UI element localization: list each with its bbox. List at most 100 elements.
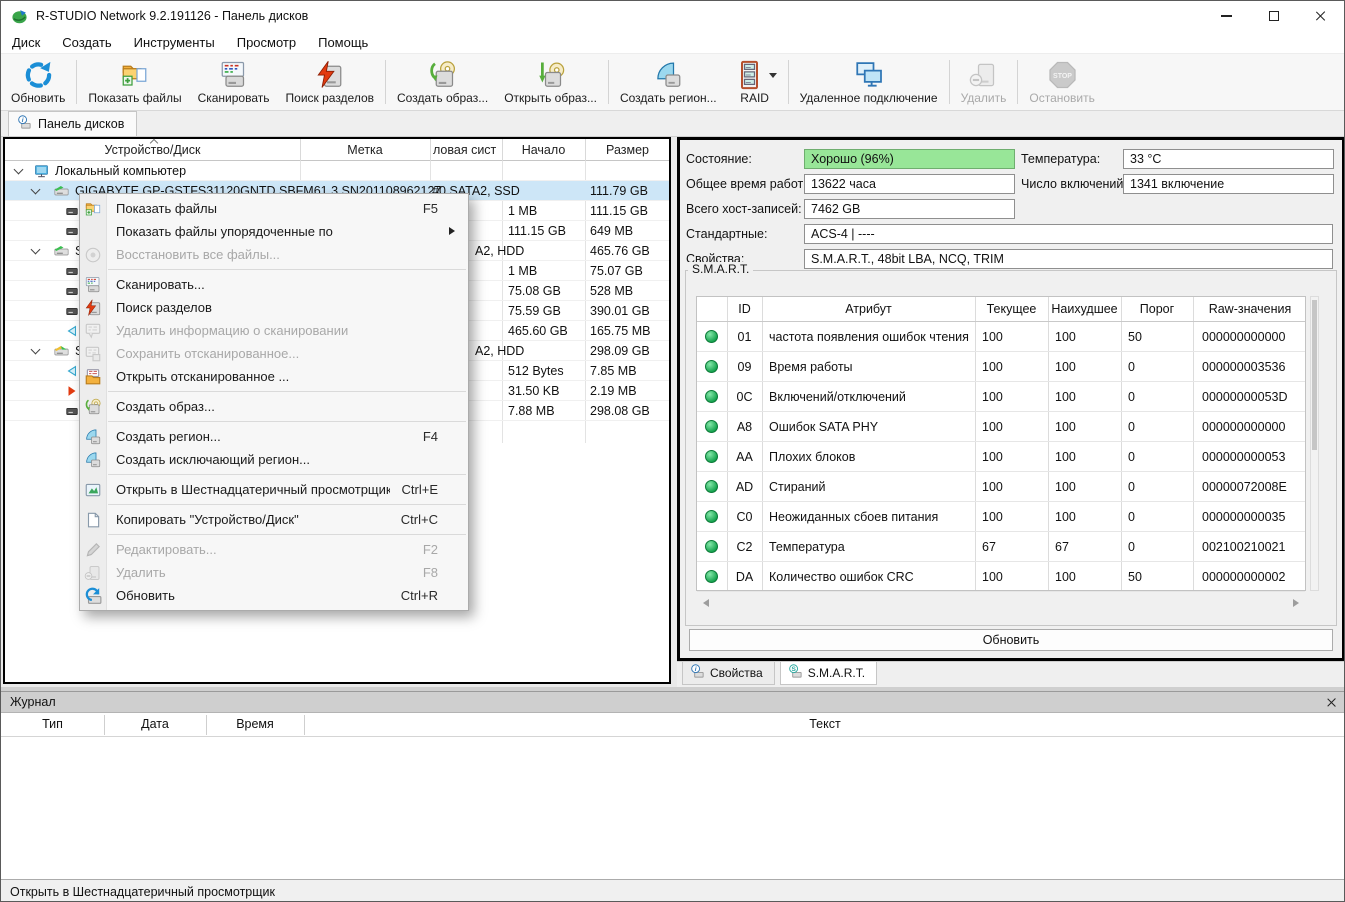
smart-col-1[interactable]: Атрибут bbox=[762, 302, 975, 316]
smart-col-5[interactable]: Raw-значения bbox=[1193, 302, 1307, 316]
tab-свойства[interactable]: i Свойства bbox=[682, 662, 775, 685]
scroll-left-icon[interactable] bbox=[699, 599, 709, 607]
smart-cell: 002100210021 bbox=[1202, 540, 1286, 554]
context-menu-item-5[interactable]: Поиск разделов bbox=[80, 296, 468, 319]
chevron-down-icon[interactable] bbox=[30, 184, 41, 195]
refresh-drive-icon bbox=[84, 586, 103, 605]
chevron-down-icon[interactable] bbox=[30, 244, 41, 255]
context-menu-item-7: Сохранить отсканированное... bbox=[80, 342, 468, 365]
log-close-icon[interactable] bbox=[1326, 697, 1337, 708]
smart-row[interactable]: AD Стираний 100 100 0 00000072008E bbox=[697, 472, 1305, 502]
log-column-2[interactable]: Время bbox=[206, 717, 304, 731]
smart-col-3[interactable]: Наихудшее bbox=[1048, 302, 1121, 316]
smart-vertical-scrollbar[interactable] bbox=[1310, 296, 1319, 591]
smart-row[interactable]: C2 Температура 67 67 0 002100210021 bbox=[697, 532, 1305, 562]
toolbar-button-open-image[interactable]: Открыть образ... bbox=[496, 55, 605, 109]
stop-icon: STOP bbox=[1046, 59, 1079, 90]
menubar-item-0[interactable]: Диск bbox=[1, 32, 51, 53]
app-logo-icon bbox=[11, 8, 28, 25]
toolbar-button-remote-connection[interactable]: Удаленное подключение bbox=[792, 55, 946, 109]
smart-row[interactable]: C0 Неожиданных сбоев питания 100 100 0 000000… bbox=[697, 502, 1305, 532]
raid-icon bbox=[733, 59, 766, 90]
smart-refresh-button[interactable]: Обновить bbox=[689, 629, 1333, 651]
context-menu-item-10[interactable]: Создать образ... bbox=[80, 395, 468, 418]
status-ok-icon bbox=[705, 390, 718, 403]
scrollbar-thumb[interactable] bbox=[1312, 300, 1317, 450]
context-menu-item-21[interactable]: Обновить Ctrl+R bbox=[80, 584, 468, 607]
smart-col-0[interactable]: ID bbox=[727, 302, 762, 316]
status-bar: Открыть в Шестнадцатеричный просмотрщик bbox=[1, 879, 1344, 901]
disk-row[interactable]: Локальный компьютер bbox=[5, 161, 669, 181]
column-header-1[interactable]: Метка bbox=[300, 143, 430, 157]
toolbar-button-create-image[interactable]: Создать образ... bbox=[389, 55, 496, 109]
tab-smart[interactable]: S S.M.A.R.T. bbox=[779, 662, 878, 685]
minimize-button[interactable] bbox=[1203, 1, 1250, 31]
context-menu-item-4[interactable]: Сканировать... bbox=[80, 273, 468, 296]
smart-col-2[interactable]: Текущее bbox=[975, 302, 1048, 316]
app-window: R-STUDIO Network 9.2.191126 - Панель дис… bbox=[0, 0, 1345, 902]
field-value-5[interactable]: ACS-4 | ---- bbox=[804, 224, 1333, 244]
toolbar-button-find-partitions[interactable]: Поиск разделов bbox=[278, 55, 383, 109]
partition-red-icon bbox=[65, 384, 79, 398]
menubar-item-4[interactable]: Помощь bbox=[307, 32, 379, 53]
menubar-item-2[interactable]: Инструменты bbox=[123, 32, 226, 53]
smart-col-4[interactable]: Порог bbox=[1121, 302, 1193, 316]
column-header-4[interactable]: Размер bbox=[585, 143, 670, 157]
scroll-right-icon[interactable] bbox=[1293, 599, 1303, 607]
log-column-1[interactable]: Дата bbox=[104, 717, 206, 731]
menu-item-label: Сканировать... bbox=[116, 277, 205, 292]
chevron-down-icon[interactable] bbox=[30, 344, 41, 355]
close-button[interactable] bbox=[1297, 1, 1344, 31]
smart-horizontal-scrollbar[interactable] bbox=[696, 595, 1306, 611]
log-column-3[interactable]: Текст bbox=[304, 717, 1344, 731]
field-value-1[interactable]: 33 °C bbox=[1123, 149, 1334, 169]
menubar-item-1[interactable]: Создать bbox=[51, 32, 122, 53]
field-value-2[interactable]: 13622 часа bbox=[804, 174, 1015, 194]
smart-row[interactable]: 01 частота появления ошибок чтения 100 100 5… bbox=[697, 322, 1305, 352]
smart-cell: 0 bbox=[1128, 540, 1135, 554]
toolbar-separator bbox=[76, 60, 78, 104]
context-menu-item-0[interactable]: Показать файлы F5 bbox=[80, 197, 468, 220]
smart-cell: 67 bbox=[982, 540, 996, 554]
toolbar-button-scan[interactable]: Сканировать bbox=[190, 55, 278, 109]
toolbar-button-raid[interactable]: RAID bbox=[725, 55, 785, 109]
context-menu-item-8[interactable]: Открыть отсканированное ... bbox=[80, 365, 468, 388]
dropdown-caret-icon[interactable] bbox=[768, 72, 777, 82]
smart-row[interactable]: 0C Включений/отключений 100 100 0 00000000053… bbox=[697, 382, 1305, 412]
toolbar-button-refresh[interactable]: Обновить bbox=[3, 55, 73, 109]
partition-cyan-icon bbox=[65, 324, 79, 338]
field-value-3[interactable]: 1341 включение bbox=[1123, 174, 1334, 194]
context-menu-item-12[interactable]: Создать регион... F4 bbox=[80, 425, 468, 448]
toolbar-button-create-region[interactable]: Создать регион... bbox=[612, 55, 725, 109]
smart-row[interactable]: AA Плохих блоков 100 100 0 000000000053 bbox=[697, 442, 1305, 472]
field-value-4[interactable]: 7462 GB bbox=[804, 199, 1015, 219]
smart-row[interactable]: A8 Ошибок SATA PHY 100 100 0 000000000000 bbox=[697, 412, 1305, 442]
context-menu-item-13[interactable]: Создать исключающий регион... bbox=[80, 448, 468, 471]
computer-icon bbox=[33, 163, 50, 179]
log-column-0[interactable]: Тип bbox=[1, 717, 104, 731]
field-value-6[interactable]: S.M.A.R.T., 48bit LBA, NCQ, TRIM bbox=[804, 249, 1333, 269]
status-ok-icon bbox=[705, 330, 718, 343]
device-label: Локальный компьютер bbox=[55, 164, 187, 178]
column-header-2[interactable]: ловая сист bbox=[430, 143, 502, 157]
context-menu-item-17[interactable]: Копировать "Устройство/Диск" Ctrl+C bbox=[80, 508, 468, 531]
view-tabstrip: i Панель дисков bbox=[1, 111, 1344, 137]
smart-row[interactable]: 09 Время работы 100 100 0 000000003536 bbox=[697, 352, 1305, 382]
menubar-item-3[interactable]: Просмотр bbox=[226, 32, 307, 53]
menu-item-shortcut: F2 bbox=[422, 542, 438, 557]
toolbar-button-show-files[interactable]: Показать файлы bbox=[80, 55, 189, 109]
toolbar-separator bbox=[948, 60, 950, 104]
smart-cell: частота появления ошибок чтения bbox=[769, 330, 969, 344]
maximize-button[interactable] bbox=[1250, 1, 1297, 31]
context-menu-item-1[interactable]: Показать файлы упорядоченные по bbox=[80, 220, 468, 243]
tab-disk-panel[interactable]: i Панель дисков bbox=[8, 111, 138, 136]
find-partitions-icon bbox=[84, 298, 103, 317]
column-header-3[interactable]: Начало bbox=[502, 143, 585, 157]
field-value-0[interactable]: Хорошо (96%) bbox=[804, 149, 1015, 169]
show-files-icon bbox=[84, 199, 103, 218]
partition-icon bbox=[65, 264, 79, 278]
smart-row[interactable]: DA Количество ошибок CRC 100 100 50 000000000… bbox=[697, 562, 1305, 592]
chevron-down-icon[interactable] bbox=[13, 164, 24, 175]
context-menu-item-15[interactable]: Открыть в Шестнадцатеричный просмотрщик.… bbox=[80, 478, 468, 501]
copy-icon bbox=[84, 510, 103, 529]
